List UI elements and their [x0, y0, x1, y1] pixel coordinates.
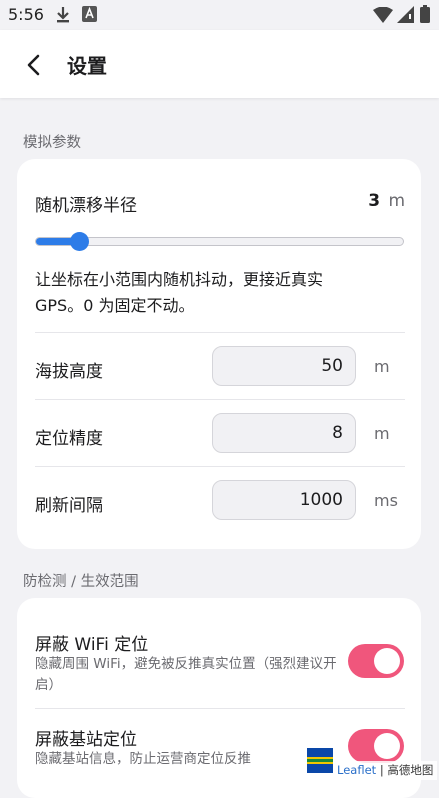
- simulation-params-card: 随机漂移半径 3 m 让坐标在小范围内随机抖动，更接近真实 GPS。0 为固定不…: [17, 159, 421, 549]
- leaflet-link[interactable]: Leaflet: [337, 763, 376, 777]
- attribution-separator: |: [379, 763, 384, 777]
- wifi-signal-icon: [373, 7, 393, 23]
- flag-icon: [307, 748, 333, 773]
- altitude-input[interactable]: 50: [212, 346, 356, 386]
- drift-radius-slider[interactable]: [35, 237, 404, 246]
- divider: [35, 466, 405, 467]
- toggle-knob: [374, 648, 400, 674]
- map-attribution: Leaflet | 高德地图: [333, 761, 438, 780]
- block-wifi-description: 隐藏周围 WiFi，避免被反推真实位置（强烈建议开启）: [35, 656, 337, 693]
- block-cell-description: 隐藏基站信息，防止运营商定位反推: [35, 751, 251, 767]
- divider: [35, 399, 405, 400]
- section-title-detection: 防检测 / 生效范围: [23, 574, 139, 590]
- drift-radius-unit: m: [388, 191, 405, 211]
- drift-radius-value: 3: [368, 191, 381, 211]
- drift-radius-readout: 3 m: [368, 191, 405, 211]
- divider: [35, 332, 405, 333]
- status-bar: 5:56: [0, 0, 439, 30]
- font-app-icon: [82, 6, 97, 22]
- refresh-interval-input[interactable]: 1000: [212, 480, 356, 520]
- divider: [35, 708, 405, 709]
- download-icon: [57, 7, 69, 23]
- drift-radius-description: 让坐标在小范围内随机抖动，更接近真实 GPS。0 为固定不动。: [35, 270, 324, 315]
- chevron-left-icon: [27, 54, 40, 76]
- status-time: 5:56: [8, 5, 44, 24]
- altitude-label: 海拔高度: [35, 362, 103, 382]
- refresh-interval-label: 刷新间隔: [35, 496, 103, 516]
- app-bar: 设置: [0, 30, 439, 98]
- block-wifi-label: 屏蔽 WiFi 定位: [35, 635, 149, 655]
- drift-slider-thumb[interactable]: [69, 232, 89, 251]
- toggle-knob: [374, 733, 400, 759]
- block-wifi-toggle[interactable]: [348, 644, 404, 678]
- battery-icon: [420, 5, 430, 23]
- accuracy-unit: m: [374, 424, 390, 443]
- back-button[interactable]: [16, 48, 50, 82]
- accuracy-input[interactable]: 8: [212, 413, 356, 453]
- accuracy-label: 定位精度: [35, 429, 103, 449]
- cell-signal-icon: [397, 6, 414, 23]
- block-cell-toggle[interactable]: [348, 729, 404, 763]
- map-provider: 高德地图: [387, 763, 434, 777]
- section-title-simulation: 模拟参数: [23, 135, 81, 151]
- drift-radius-label: 随机漂移半径: [35, 196, 137, 216]
- altitude-unit: m: [374, 357, 390, 376]
- page-title: 设置: [67, 54, 107, 78]
- refresh-interval-unit: ms: [374, 491, 398, 510]
- block-cell-label: 屏蔽基站定位: [35, 730, 137, 750]
